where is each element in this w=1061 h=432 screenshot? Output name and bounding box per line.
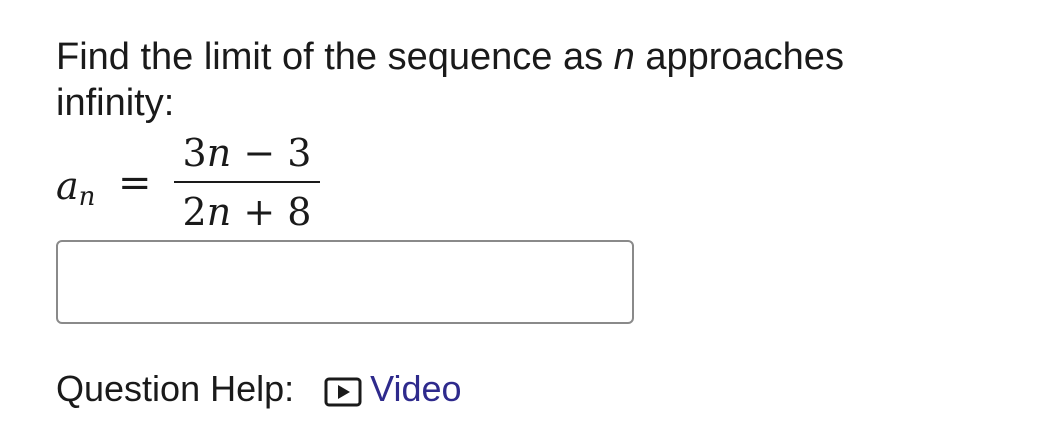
numerator-const: 3: [287, 131, 312, 175]
formula-equals: =: [118, 160, 152, 206]
numerator-coef: 3: [182, 131, 207, 175]
numerator-op: −: [243, 131, 276, 175]
denominator-coef: 2: [182, 190, 207, 234]
denominator-const: 8: [287, 190, 312, 234]
question-text-before: Find the limit of the sequence as: [56, 36, 614, 78]
denominator-var: n: [206, 190, 232, 234]
question-text: Find the limit of the sequence as n appr…: [56, 34, 936, 126]
formula-lhs-subscript: n: [78, 182, 96, 212]
question-help: Question Help: Video: [56, 364, 462, 414]
formula-lhs: an: [56, 164, 95, 212]
answer-input[interactable]: [56, 240, 634, 324]
question-variable: n: [613, 36, 635, 78]
denominator-op: +: [243, 190, 276, 234]
play-icon: [324, 374, 362, 407]
video-help-label: Video: [370, 368, 462, 409]
numerator-var: n: [206, 131, 232, 175]
video-help-link[interactable]: Video: [324, 368, 462, 410]
formula-fraction: 3n − 3 2n + 8: [174, 130, 320, 235]
question-help-label: Question Help:: [56, 368, 295, 409]
fraction-bar: [174, 181, 320, 183]
formula-lhs-base: a: [56, 164, 79, 208]
formula-denominator: 2n + 8: [174, 189, 320, 235]
formula-numerator: 3n − 3: [174, 130, 320, 178]
sequence-formula: an = 3n − 3 2n + 8: [56, 130, 356, 240]
